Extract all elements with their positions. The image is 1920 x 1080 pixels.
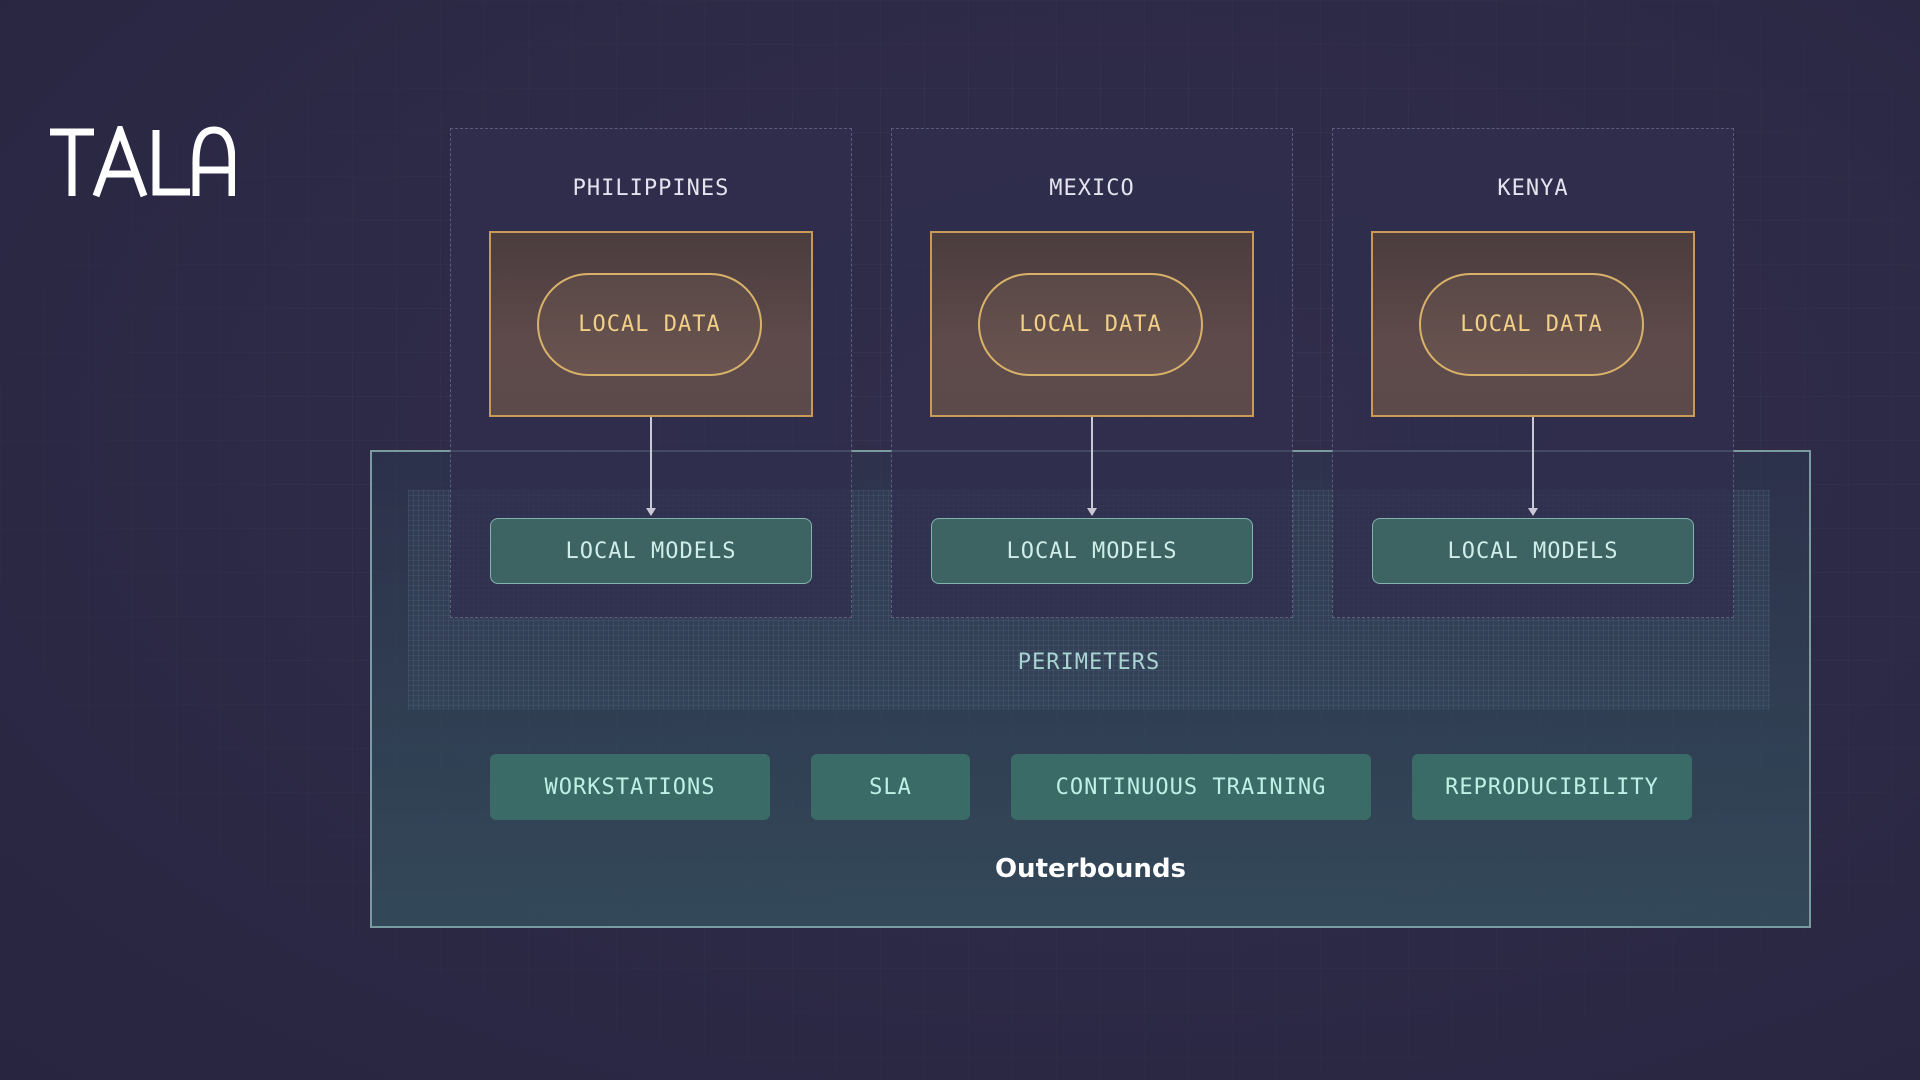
local-data-pill-mexico: LOCAL DATA	[978, 273, 1203, 376]
feature-workstations: WORKSTATIONS	[490, 754, 770, 820]
arrow-line-mexico	[1091, 417, 1093, 510]
arrow-line-kenya	[1532, 417, 1534, 510]
feature-sla: SLA	[811, 754, 970, 820]
arrow-line-philippines	[650, 417, 652, 510]
region-name-kenya: KENYA	[1497, 176, 1569, 201]
feature-continuous-training: CONTINUOUS TRAINING	[1011, 754, 1371, 820]
feature-reproducibility: REPRODUCIBILITY	[1412, 754, 1692, 820]
local-models-box-mexico: LOCAL MODELS	[931, 518, 1253, 584]
local-models-box-kenya: LOCAL MODELS	[1372, 518, 1694, 584]
platform-name-outerbounds: Outerbounds	[994, 854, 1187, 884]
local-data-pill-philippines: LOCAL DATA	[537, 273, 762, 376]
arrow-head-kenya	[1528, 508, 1538, 516]
perimeters-label: PERIMETERS	[1017, 650, 1161, 675]
tala-logo	[50, 126, 235, 198]
local-models-box-philippines: LOCAL MODELS	[490, 518, 812, 584]
local-data-pill-kenya: LOCAL DATA	[1419, 273, 1644, 376]
arrow-head-mexico	[1087, 508, 1097, 516]
region-name-philippines: PHILIPPINES	[572, 176, 730, 201]
arrow-head-philippines	[646, 508, 656, 516]
region-name-mexico: MEXICO	[1049, 176, 1135, 201]
